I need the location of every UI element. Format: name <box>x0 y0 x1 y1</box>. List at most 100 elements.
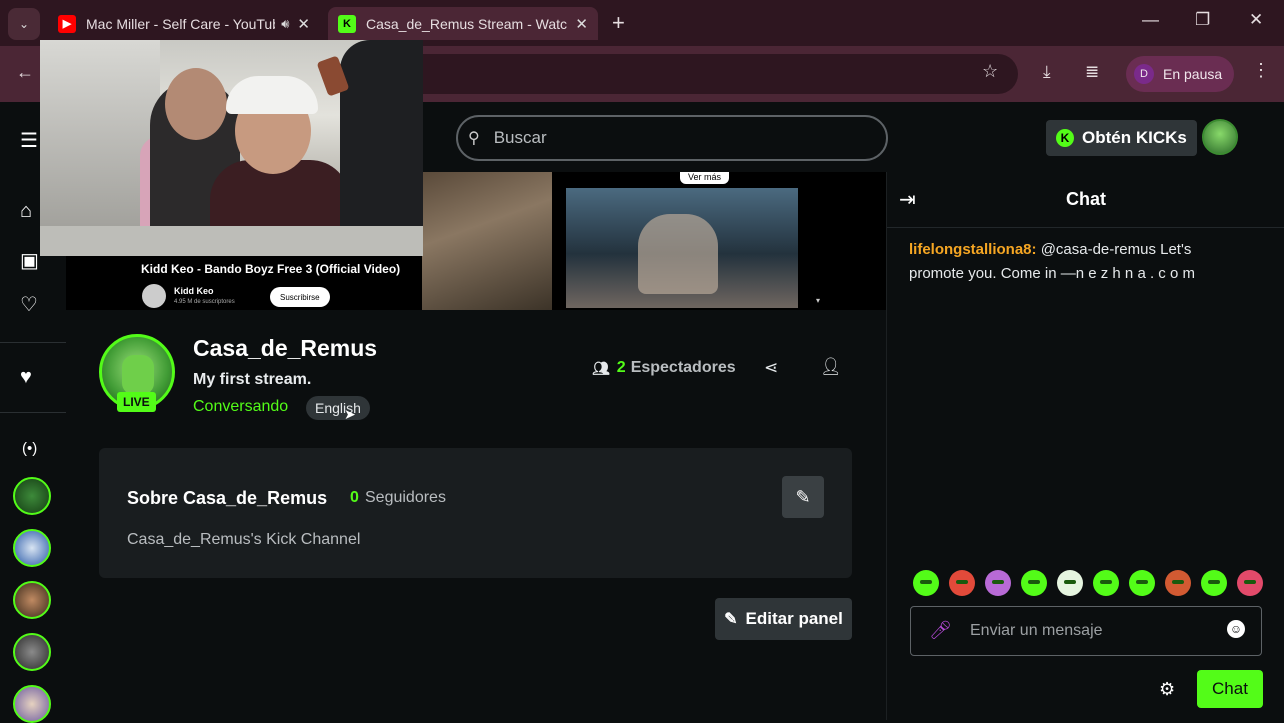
kick-icon: K <box>338 14 356 33</box>
viewer-number: 2 <box>616 359 626 376</box>
sidebar-channel-avatar[interactable] <box>13 581 51 619</box>
video-channel-avatar <box>142 284 166 308</box>
about-title: Sobre Casa_de_Remus <box>127 488 328 508</box>
search-placeholder: Buscar <box>493 128 547 147</box>
video-thumbnail-left <box>422 172 552 310</box>
browser-menu-icon[interactable]: ⋮ <box>1252 60 1270 81</box>
live-broadcast-icon[interactable]: (•) <box>22 440 37 457</box>
follow-user-icon[interactable]: 👤︎ <box>820 357 842 377</box>
media-control-icon[interactable]: ≣ <box>1085 62 1099 82</box>
download-icon[interactable]: ⤓ <box>1043 62 1051 82</box>
emote-icon[interactable] <box>913 570 939 596</box>
viewer-label: Espectadores <box>630 359 736 376</box>
video-overlay-title: Kidd Keo - Bando Boyz Free 3 (Official V… <box>141 262 401 276</box>
restore-icon[interactable]: ❐ <box>1195 10 1210 30</box>
bookmark-star-icon[interactable]: ☆ <box>982 61 998 82</box>
video-subscribe-button: Suscribirse <box>270 287 330 307</box>
webcam-desk <box>40 226 423 256</box>
emote-icon[interactable] <box>1129 570 1155 596</box>
minimize-icon[interactable]: — <box>1142 10 1159 30</box>
edit-about-button[interactable]: ✎ <box>782 476 824 518</box>
user-avatar[interactable] <box>1202 119 1238 155</box>
about-description: Casa_de_Remus's Kick Channel <box>127 531 361 548</box>
profile-status: En pausa <box>1163 66 1223 82</box>
close-tab-icon[interactable]: ✕ <box>297 15 310 33</box>
edit-panel-button[interactable]: ✎ Editar panel <box>715 598 852 640</box>
about-panel: Sobre Casa_de_Remus 0 Seguidores ✎ Casa_… <box>99 448 852 578</box>
menu-icon[interactable]: ☰ <box>20 128 38 153</box>
video-more-button: Ver más <box>680 172 730 184</box>
profile-button[interactable]: D En pausa <box>1126 56 1235 92</box>
close-window-icon[interactable]: ✕ <box>1249 10 1263 30</box>
emote-icon[interactable] <box>985 570 1011 596</box>
share-icon[interactable]: ⋖ <box>764 358 778 378</box>
search-input[interactable]: ⚲ Buscar <box>456 115 888 161</box>
send-chat-button[interactable]: Chat <box>1197 670 1263 708</box>
avatar-face <box>122 355 154 395</box>
chat-message-input[interactable]: 🎤︎ Enviar un mensaje ☺ <box>910 606 1262 656</box>
browser-tab-youtube[interactable]: ▶ Mac Miller - Self Care - YouTube 🔊︎ ✕ <box>48 7 320 40</box>
video-subscriber-count: 4.95 M de suscriptores <box>174 299 235 305</box>
emote-icon[interactable] <box>1237 570 1263 596</box>
chat-input-placeholder: Enviar un mensaje <box>970 622 1103 639</box>
following-filled-heart-icon[interactable]: ♥ <box>20 366 32 389</box>
stream-category[interactable]: Conversando <box>193 398 288 416</box>
browse-icon[interactable]: ▣ <box>20 248 39 273</box>
home-icon[interactable]: ⌂ <box>20 200 32 223</box>
sidebar-channel-avatar[interactable] <box>13 477 51 515</box>
live-badge: LIVE <box>117 392 156 412</box>
emote-icon[interactable] <box>1201 570 1227 596</box>
picture-in-picture-webcam[interactable] <box>40 40 423 256</box>
emote-icon[interactable] <box>949 570 975 596</box>
search-icon: ⚲ <box>468 130 480 147</box>
microphone-icon[interactable]: 🎤︎ <box>929 620 952 641</box>
kick-coin-icon: K <box>1056 129 1074 147</box>
sidebar-divider <box>0 342 66 343</box>
followers-count: 0 <box>350 489 359 506</box>
chat-title: Chat <box>1066 189 1106 209</box>
emote-icon[interactable] <box>1057 570 1083 596</box>
sidebar-channel-avatar[interactable] <box>13 633 51 671</box>
emote-icon[interactable] <box>1165 570 1191 596</box>
browser-tab-kick[interactable]: K Casa_de_Remus Stream - Watch Live on K… <box>328 7 598 40</box>
tab-title: Mac Miller - Self Care - YouTube <box>86 15 276 32</box>
youtube-icon: ▶ <box>58 14 76 33</box>
language-tag[interactable]: English <box>306 396 370 420</box>
edit-panel-label: Editar panel <box>745 609 843 628</box>
pencil-icon: ✎ <box>795 486 811 507</box>
emoji-picker-icon[interactable]: ☺ <box>1227 620 1245 638</box>
new-tab-button[interactable]: + <box>612 10 625 36</box>
chat-message: lifelongstalliona8: @casa-de-remus Let's… <box>909 238 1249 286</box>
chat-username[interactable]: lifelongstalliona8: <box>909 241 1037 258</box>
stream-title: My first stream. <box>193 371 312 388</box>
following-heart-icon[interactable]: ♡ <box>20 292 38 317</box>
profile-avatar: D <box>1134 64 1154 84</box>
webcam-person-right <box>340 40 423 256</box>
webcam-cap <box>226 76 318 114</box>
emote-icon[interactable] <box>1093 570 1119 596</box>
sidebar-channel-avatar[interactable] <box>13 529 51 567</box>
chat-panel: ⇥ Chat lifelongstalliona8: @casa-de-remu… <box>886 172 1284 720</box>
back-arrow-icon[interactable]: ← <box>16 62 34 83</box>
emote-icon[interactable] <box>1021 570 1047 596</box>
tab-search-button[interactable]: ⌄ <box>8 8 40 40</box>
speaker-icon[interactable]: 🔊︎ <box>281 16 289 32</box>
close-tab-icon[interactable]: ✕ <box>575 15 588 33</box>
webcam-person-left-head <box>165 68 227 140</box>
emote-bar <box>913 570 1263 600</box>
get-kicks-label: Obtén KICKs <box>1082 128 1187 147</box>
mouse-cursor-icon: ➤ <box>344 406 356 422</box>
tab-title: Casa_de_Remus Stream - Watch Live on Kic… <box>366 15 567 32</box>
get-kicks-button[interactable]: K Obtén KICKs <box>1046 120 1197 156</box>
viewer-count: 👥︎ 2 Espectadores <box>592 359 736 377</box>
pencil-icon: ✎ <box>724 611 738 628</box>
chevron-down-icon: ▾ <box>816 296 821 305</box>
video-channel-name: Kidd Keo <box>174 286 214 296</box>
chat-settings-icon[interactable]: ⚙ <box>1159 679 1175 700</box>
followers-label: Seguidores <box>365 489 446 506</box>
sidebar-divider <box>0 412 66 413</box>
viewers-icon: 👥︎ <box>592 359 610 376</box>
sidebar-channel-avatar[interactable] <box>13 685 51 723</box>
channel-name[interactable]: Casa_de_Remus <box>193 335 377 362</box>
chat-header: ⇥ Chat <box>887 172 1284 228</box>
